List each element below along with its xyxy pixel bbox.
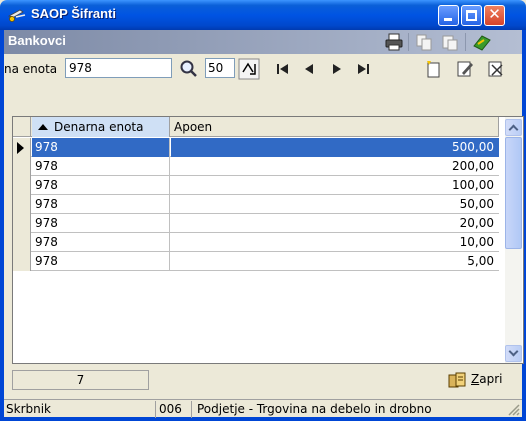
- scrollbar-thumb[interactable]: [505, 137, 522, 249]
- cell-currency[interactable]: 978: [32, 157, 170, 176]
- cell-denomination[interactable]: 10,00: [171, 233, 499, 252]
- copy-icon[interactable]: [414, 32, 434, 52]
- data-grid: Denarna enota Apoen 978 500,00 978 200,0…: [12, 116, 524, 364]
- filter-input[interactable]: 978: [65, 58, 172, 78]
- window-frame-left: [0, 30, 4, 421]
- status-company-code: 006: [159, 401, 192, 418]
- scissors-icon: [8, 9, 26, 22]
- cell-denomination[interactable]: 50,00: [171, 195, 499, 214]
- first-record-icon[interactable]: [272, 58, 294, 80]
- row-indicator: [13, 252, 31, 271]
- cell-currency[interactable]: 978: [32, 233, 170, 252]
- row-indicator: [13, 138, 31, 157]
- cell-denomination[interactable]: 20,00: [171, 214, 499, 233]
- toolbar-separator: [465, 33, 466, 51]
- scroll-up-button[interactable]: [505, 119, 522, 136]
- cell-denomination[interactable]: 5,00: [171, 252, 499, 271]
- delete-record-icon[interactable]: [485, 58, 507, 80]
- exit-icon[interactable]: [472, 32, 492, 52]
- row-indicator: [13, 157, 31, 176]
- close-form-icon: [448, 372, 466, 388]
- new-record-icon[interactable]: [423, 58, 445, 80]
- maximize-button[interactable]: [461, 5, 482, 26]
- table-row[interactable]: 978 200,00: [13, 157, 499, 176]
- grid-rows: 978 500,00 978 200,00 978 100,00 978 50,…: [13, 138, 499, 271]
- maximize-icon: [466, 10, 477, 21]
- page-size-input[interactable]: 50: [205, 58, 235, 78]
- table-row[interactable]: 978 500,00: [13, 138, 499, 157]
- filter-label: na enota: [4, 62, 58, 76]
- form-header: Bankovci: [4, 30, 522, 54]
- close-button-label: Zapri: [471, 372, 502, 386]
- row-indicator: [13, 195, 31, 214]
- cell-denomination[interactable]: 100,00: [171, 176, 499, 195]
- close-window-button[interactable]: ✕: [484, 5, 505, 26]
- cell-currency[interactable]: 978: [32, 214, 170, 233]
- status-bar: Skrbnik 006 Podjetje - Trgovina na debel…: [4, 399, 522, 418]
- status-user: Skrbnik: [6, 401, 156, 418]
- cell-currency[interactable]: 978: [32, 176, 170, 195]
- column-header-currency[interactable]: Denarna enota: [32, 117, 170, 137]
- row-indicator: [13, 233, 31, 252]
- table-row[interactable]: 978 5,00: [13, 252, 499, 271]
- resize-grip-icon[interactable]: [506, 402, 520, 416]
- sort-ascending-icon: [38, 124, 48, 130]
- cell-denomination[interactable]: 500,00: [171, 138, 499, 157]
- record-count: 7: [12, 370, 149, 390]
- table-row[interactable]: 978 50,00: [13, 195, 499, 214]
- printer-icon[interactable]: [384, 32, 404, 52]
- cell-denomination[interactable]: 200,00: [171, 157, 499, 176]
- row-indicator: [13, 176, 31, 195]
- navigation-toolbar: na enota 978 50: [4, 54, 522, 84]
- scroll-down-button[interactable]: [505, 345, 522, 362]
- row-indicator-header: [13, 117, 31, 137]
- search-icon[interactable]: [178, 58, 200, 80]
- sort-icon[interactable]: [238, 58, 260, 80]
- column-header-denomination-label: Apoen: [174, 120, 213, 134]
- table-row[interactable]: 978 20,00: [13, 214, 499, 233]
- title-bar: SAOP Šifranti ✕: [0, 0, 526, 30]
- close-icon: ✕: [488, 5, 501, 23]
- toolbar-separator: [408, 33, 409, 51]
- current-row-pointer-icon: [17, 142, 24, 154]
- chevron-down-icon: [508, 346, 519, 357]
- row-indicator: [13, 214, 31, 233]
- table-row[interactable]: 978 100,00: [13, 176, 499, 195]
- cell-currency[interactable]: 978: [32, 138, 170, 157]
- cell-currency[interactable]: 978: [32, 195, 170, 214]
- column-header-currency-label: Denarna enota: [54, 120, 144, 134]
- minimize-icon: [444, 18, 452, 21]
- cell-currency[interactable]: 978: [32, 252, 170, 271]
- chevron-up-icon: [508, 124, 519, 135]
- close-button-accesskey: Z: [471, 372, 480, 386]
- prev-record-icon[interactable]: [299, 58, 321, 80]
- close-button[interactable]: Zapri: [447, 369, 513, 391]
- close-button-label-rest: apri: [479, 372, 503, 386]
- vertical-scrollbar[interactable]: [505, 117, 522, 363]
- edit-record-icon[interactable]: [454, 58, 476, 80]
- form-title: Bankovci: [8, 33, 66, 48]
- next-record-icon[interactable]: [326, 58, 348, 80]
- paste-icon[interactable]: [440, 32, 460, 52]
- window-title: SAOP Šifranti: [31, 6, 117, 21]
- status-company-name: Podjetje - Trgovina na debelo in drobno: [197, 402, 432, 416]
- table-row[interactable]: 978 10,00: [13, 233, 499, 252]
- minimize-button[interactable]: [438, 5, 459, 26]
- column-header-denomination[interactable]: Apoen: [171, 117, 499, 137]
- last-record-icon[interactable]: [353, 58, 375, 80]
- grid-header: Denarna enota Apoen: [13, 117, 499, 137]
